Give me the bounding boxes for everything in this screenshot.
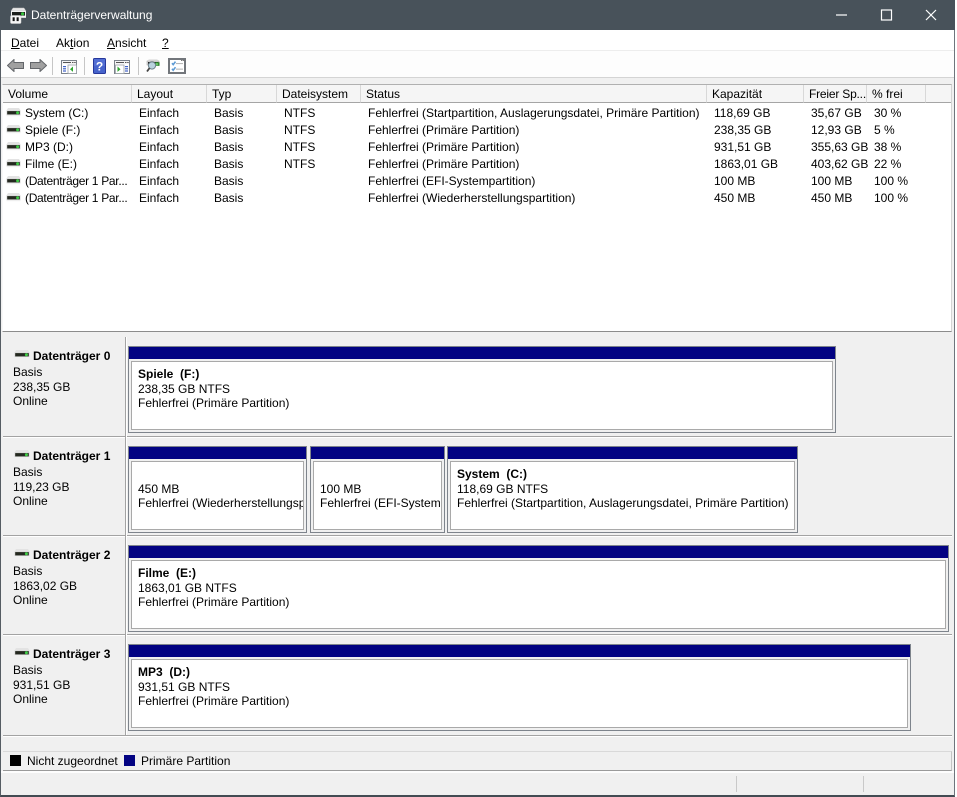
svg-text:?: ? <box>96 60 103 74</box>
